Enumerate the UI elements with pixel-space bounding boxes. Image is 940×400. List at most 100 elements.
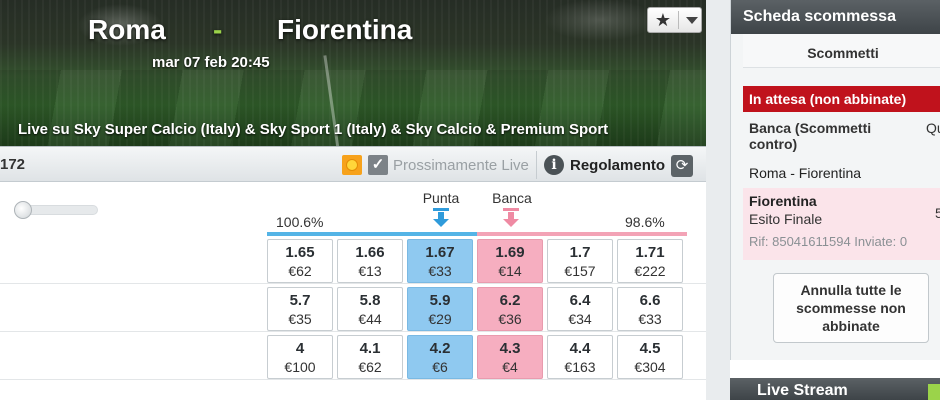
lay-odds-cell[interactable]: 4.5 €304 xyxy=(617,335,683,379)
odds-price: 5.7 xyxy=(289,292,311,309)
toolbar-divider xyxy=(536,151,537,179)
lay-odds-cell[interactable]: 4.3 €4 xyxy=(477,335,543,379)
runner-row: 4 €100 4.1 €62 4.2 €6 4.3 €4 4.4 €163 4.5 €304 xyxy=(0,332,706,380)
bet-selection: Fiorentina xyxy=(749,193,817,209)
lay-odds-cell[interactable]: 6.2 €36 xyxy=(477,287,543,331)
odds-available-amount: €222 xyxy=(634,263,666,279)
rules-link[interactable]: Regolamento xyxy=(570,157,665,174)
odds-available-amount: €14 xyxy=(498,263,522,279)
odds-available-amount: €13 xyxy=(358,263,382,279)
lay-odds-cell[interactable]: 4.4 €163 xyxy=(547,335,613,379)
lay-odds-cell[interactable]: 6.4 €34 xyxy=(547,287,613,331)
odds-price: 4.4 xyxy=(569,340,591,357)
runner-row: 5.7 €35 5.8 €44 5.9 €29 6.2 €36 6.4 €34 6.6 €33 xyxy=(0,284,706,332)
odds-price: 1.71 xyxy=(635,244,665,261)
odds-available-amount: €6 xyxy=(432,359,448,375)
odds-available-amount: €34 xyxy=(568,311,592,327)
odds-price: 1.66 xyxy=(355,244,385,261)
bet-odds[interactable]: 5 xyxy=(935,205,940,221)
back-odds-cell[interactable]: 1.66 €13 xyxy=(337,239,403,283)
betslip-title: Scheda scommessa xyxy=(731,0,940,34)
odds-available-amount: €33 xyxy=(428,263,452,279)
chevron-down-icon[interactable] xyxy=(686,16,698,24)
lay-odds-cell[interactable]: 1.69 €14 xyxy=(477,239,543,283)
sun-icon xyxy=(342,155,362,175)
odds-available-amount: €163 xyxy=(564,359,596,375)
back-odds-cell[interactable]: 5.7 €35 xyxy=(267,287,333,331)
broadcast-info: Live su Sky Super Calcio (Italy) & Sky S… xyxy=(18,121,609,138)
market-matched-amount: 172 xyxy=(0,156,26,173)
odds-price: 1.69 xyxy=(495,244,525,261)
column-gutter xyxy=(706,0,730,400)
favourite-button[interactable]: ★ xyxy=(647,7,702,33)
live-stream-edge xyxy=(928,384,940,400)
bet-reference: Rif: 85041611594 Inviate: 0 xyxy=(749,234,908,249)
odds-available-amount: €33 xyxy=(638,311,662,327)
runner-row: 1.65 €62 1.66 €13 1.67 €33 1.69 €14 1.7 €157 1.71 €… xyxy=(0,236,706,284)
live-stream-header[interactable]: Live Stream xyxy=(730,378,940,400)
odds-price: 6.4 xyxy=(569,292,591,309)
unmatched-bet-card[interactable]: Fiorentina Esito Finale 5 Rif: 850416115… xyxy=(743,188,940,260)
odds-available-amount: €29 xyxy=(428,311,452,327)
betslip-panel: Scheda scommessa Scommetti In attesa (no… xyxy=(730,0,940,360)
back-odds-cell[interactable]: 4 €100 xyxy=(267,335,333,379)
back-odds-cell[interactable]: 1.67 €33 xyxy=(407,239,473,283)
lay-odds-cell[interactable]: 1.7 €157 xyxy=(547,239,613,283)
back-odds-cell[interactable]: 5.9 €29 xyxy=(407,287,473,331)
teams-separator: - xyxy=(213,14,223,45)
odds-price: 1.65 xyxy=(285,244,315,261)
favourite-divider xyxy=(678,11,679,29)
live-stream-title: Live Stream xyxy=(757,382,848,399)
view-slider-handle[interactable] xyxy=(14,201,32,219)
checkmark-icon: ✓ xyxy=(368,155,388,175)
match-header: Roma - Fiorentina mar 07 feb 20:45 Live … xyxy=(0,0,706,146)
odds-price: 1.7 xyxy=(569,244,591,261)
back-odds-cell[interactable]: 4.2 €6 xyxy=(407,335,473,379)
lay-odds-cell[interactable]: 1.71 €222 xyxy=(617,239,683,283)
odds-price: 1.67 xyxy=(425,244,455,261)
tab-place-bets[interactable]: Scommetti xyxy=(743,34,940,68)
odds-price: 6.2 xyxy=(499,292,521,309)
back-odds-cell[interactable]: 5.8 €44 xyxy=(337,287,403,331)
odds-price: 6.6 xyxy=(639,292,661,309)
info-icon[interactable]: i xyxy=(544,155,564,175)
odds-available-amount: €62 xyxy=(288,263,312,279)
odds-price: 4.5 xyxy=(639,340,661,357)
odds-price: 5.9 xyxy=(429,292,451,309)
odds-price: 4.1 xyxy=(359,340,381,357)
kickoff-time: mar 07 feb 20:45 xyxy=(152,54,270,71)
odds-available-amount: €35 xyxy=(288,311,312,327)
lay-overround: 98.6% xyxy=(625,214,665,230)
arrow-down-icon xyxy=(503,208,519,227)
odds-available-amount: €157 xyxy=(564,263,596,279)
odds-available-amount: €4 xyxy=(502,359,518,375)
coming-soon-live-label: Prossimamente Live xyxy=(393,157,529,174)
odds-price: 4 xyxy=(295,340,305,357)
lay-bets-column-label: Banca (Scommetti contro) xyxy=(749,120,872,152)
odds-available-amount: €36 xyxy=(498,311,522,327)
odds-price: 5.8 xyxy=(359,292,381,309)
bet-market: Esito Finale xyxy=(749,211,823,227)
odds-price: 4.3 xyxy=(499,340,521,357)
lay-odds-cell[interactable]: 6.6 €33 xyxy=(617,287,683,331)
home-team-name: Roma xyxy=(88,14,166,45)
odds-available-amount: €44 xyxy=(358,311,382,327)
lay-column-label: Banca xyxy=(492,190,532,206)
back-odds-cell[interactable]: 1.65 €62 xyxy=(267,239,333,283)
cancel-all-unmatched-button[interactable]: Annulla tutte le scommesse non abbinate xyxy=(773,273,929,343)
refresh-icon[interactable]: ⟳ xyxy=(671,155,693,177)
odds-column-label: Quota scommessa xyxy=(926,120,940,136)
star-icon: ★ xyxy=(654,10,672,30)
market-toolbar: 172 ✓ Prossimamente Live i Regolamento ⟳ xyxy=(0,146,706,182)
odds-available-amount: €62 xyxy=(358,359,382,375)
odds-price: 4.2 xyxy=(429,340,451,357)
back-odds-cell[interactable]: 4.1 €62 xyxy=(337,335,403,379)
bet-event-name: Roma - Fiorentina xyxy=(749,165,862,181)
back-overround: 100.6% xyxy=(276,214,324,230)
unmatched-bets-header: In attesa (non abbinate) xyxy=(743,86,940,112)
arrow-down-icon xyxy=(433,208,449,227)
odds-available-amount: €100 xyxy=(284,359,316,375)
away-team-name: Fiorentina xyxy=(277,14,413,45)
back-column-label: Punta xyxy=(422,190,460,206)
odds-available-amount: €304 xyxy=(634,359,666,375)
